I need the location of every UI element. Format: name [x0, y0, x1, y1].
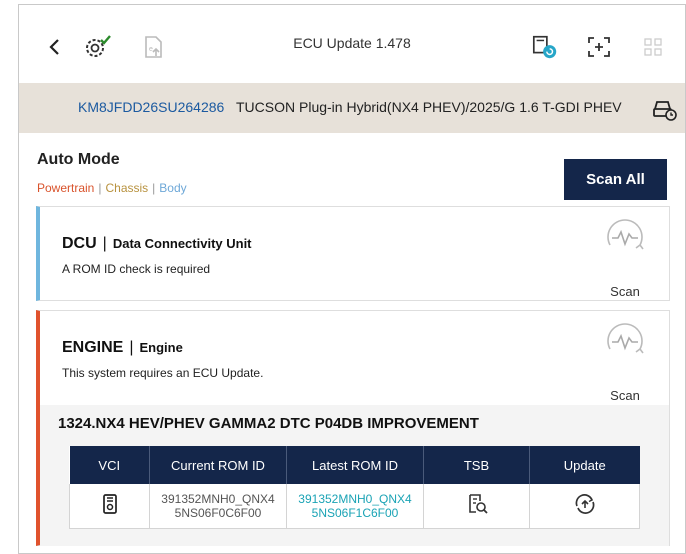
category-chassis[interactable]: Chassis [105, 181, 148, 195]
scan-button-dcu[interactable]: Scan [599, 215, 651, 299]
title-separator: | [129, 339, 134, 356]
category-powertrain[interactable]: Powertrain [37, 181, 94, 195]
latest-rom-id-line2: 5NS06F1C6F00 [311, 505, 399, 520]
vehicle-info-icon[interactable] [651, 96, 677, 122]
vci-icon [102, 494, 117, 515]
tsb-search-icon[interactable] [466, 493, 488, 515]
ecu-update-panel: 1324.NX4 HEV/PHEV GAMMA2 DTC P04DB IMPRO… [40, 405, 669, 546]
scan-label: Scan [610, 284, 640, 299]
latest-rom-id-line1: 391352MNH0_QNX4 [298, 491, 412, 506]
system-message: A ROM ID check is required [62, 262, 211, 276]
scan-icon [607, 323, 644, 354]
system-code: ENGINE [62, 339, 124, 356]
system-card-dcu[interactable]: DCU | Data Connectivity Unit A ROM ID chec… [36, 206, 670, 301]
table-row: 391352MNH0_QNX4 5NS06F0C6F00 391352MNH0_… [69, 484, 640, 529]
scan-icon [607, 219, 644, 250]
title-separator: | [102, 235, 107, 252]
current-rom-id-line2: 5NS06F0C6F00 [174, 505, 262, 520]
system-code: DCU [62, 235, 97, 252]
vehicle-description: TUCSON Plug-in Hybrid(NX4 PHEV)/2025/G 1… [236, 99, 622, 115]
system-message: This system requires an ECU Update. [62, 366, 264, 380]
system-card-engine[interactable]: ENGINE | Engine This system requires an EC… [36, 310, 670, 546]
system-name: Data Connectivity Unit [112, 236, 252, 251]
update-cell[interactable] [529, 484, 640, 529]
vehicle-info-bar: KM8JFDD26SU264286 TUCSON Plug-in Hybrid(… [19, 83, 685, 133]
update-icon[interactable] [573, 493, 597, 515]
tsb-cell[interactable] [423, 484, 530, 529]
vci-cell [69, 484, 150, 529]
rom-table: VCI Current ROM ID Latest ROM ID TSB Upd… [69, 446, 640, 529]
column-header-current-rom: Current ROM ID [149, 446, 287, 484]
app-window: e ECU Update 1.478 KM8JFDD26SU264286 TUC… [18, 4, 686, 554]
category-separator: | [152, 181, 156, 195]
column-header-update: Update [529, 446, 640, 484]
mode-title: Auto Mode [37, 151, 120, 168]
update-title: 1324.NX4 HEV/PHEV GAMMA2 DTC P04DB IMPRO… [58, 415, 479, 432]
scan-label: Scan [610, 388, 640, 403]
scan-button-engine[interactable]: Scan [599, 319, 651, 403]
system-title: DCU | Data Connectivity Unit [62, 235, 252, 253]
scan-all-button[interactable]: Scan All [564, 159, 667, 200]
column-header-latest-rom: Latest ROM ID [286, 446, 424, 484]
current-rom-cell: 391352MNH0_QNX4 5NS06F0C6F00 [149, 484, 287, 529]
category-separator: | [98, 181, 102, 195]
table-header-row: VCI Current ROM ID Latest ROM ID TSB Upd… [69, 446, 640, 484]
category-filter: Powertrain | Chassis | Body [37, 181, 187, 195]
latest-rom-cell: 391352MNH0_QNX4 5NS06F1C6F00 [286, 484, 424, 529]
vehicle-vin: KM8JFDD26SU264286 [78, 99, 225, 115]
column-header-vci: VCI [69, 446, 150, 484]
grid-menu-icon[interactable] [639, 33, 667, 61]
system-title: ENGINE | Engine [62, 339, 183, 357]
system-name: Engine [139, 340, 183, 355]
top-bar: e ECU Update 1.478 [19, 5, 685, 83]
category-body[interactable]: Body [159, 181, 186, 195]
current-rom-id-line1: 391352MNH0_QNX4 [161, 491, 275, 506]
ecu-status-icon[interactable] [531, 33, 559, 61]
column-header-tsb: TSB [423, 446, 530, 484]
screen-capture-icon[interactable] [585, 33, 613, 61]
